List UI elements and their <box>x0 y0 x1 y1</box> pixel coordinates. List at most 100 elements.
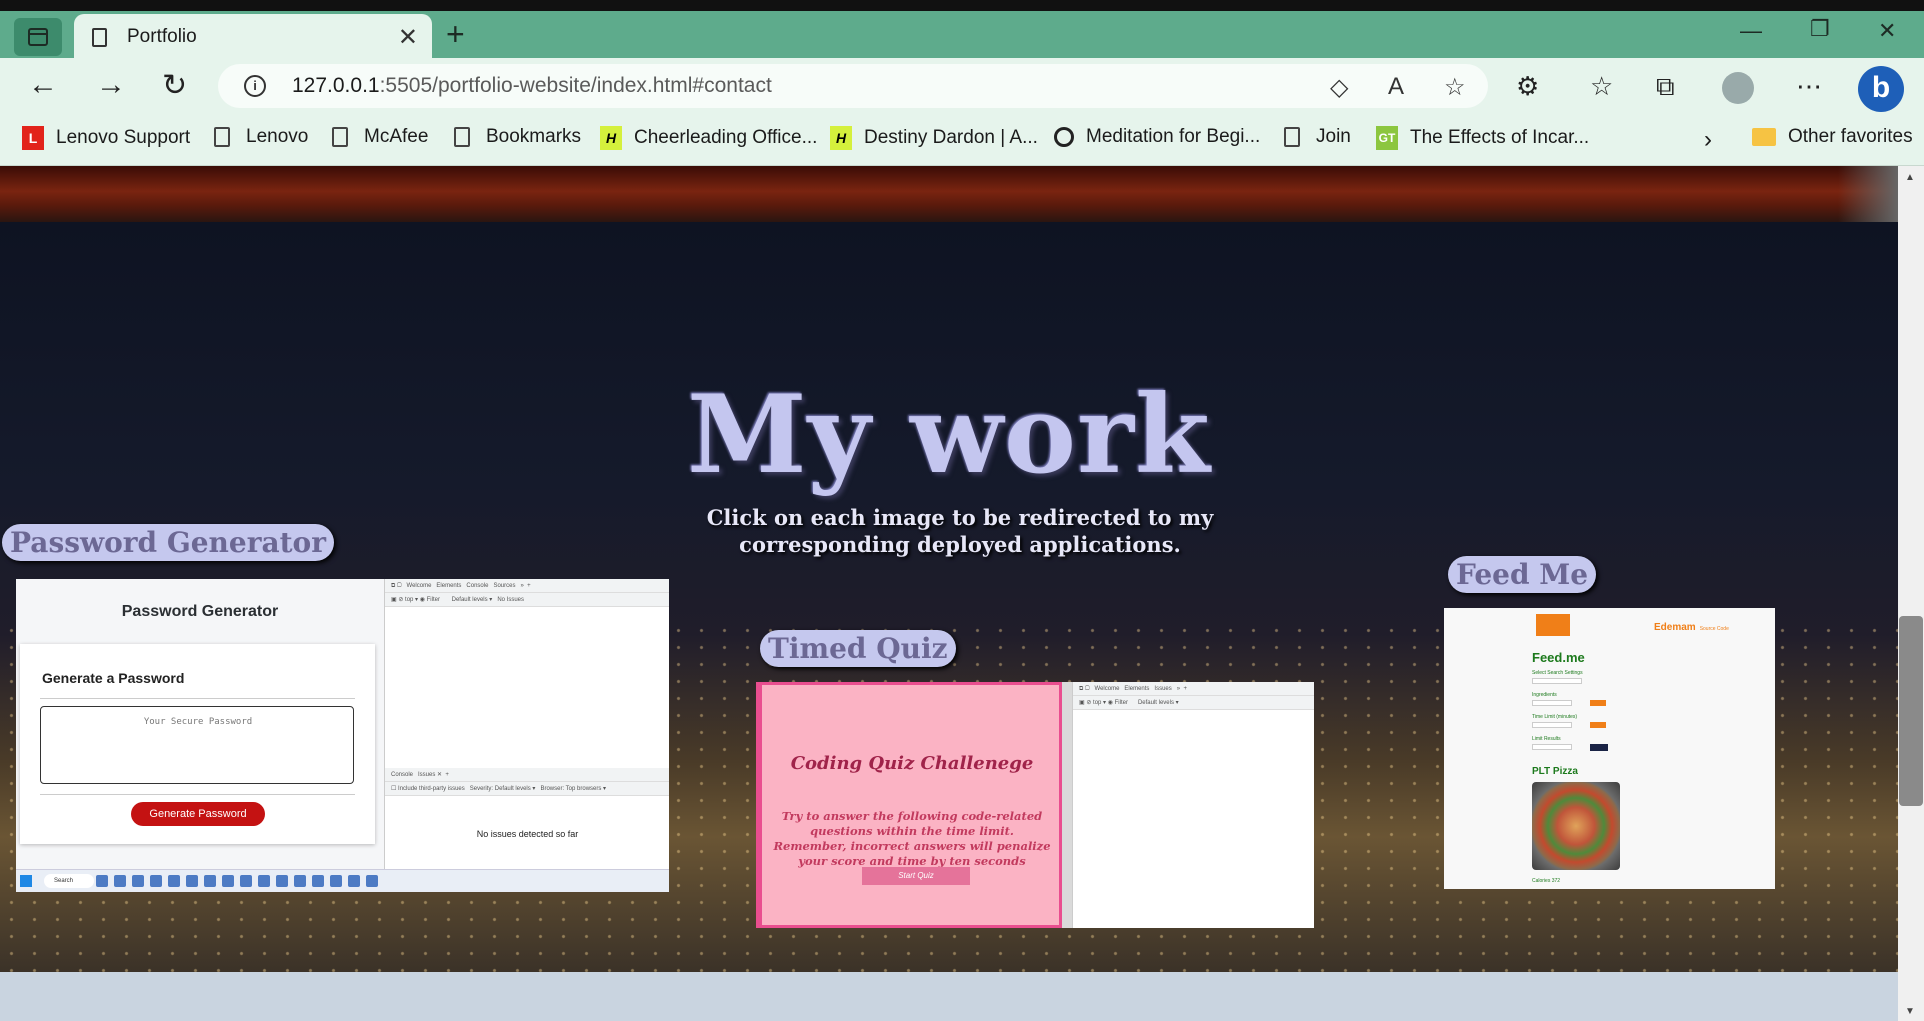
bookmark-destiny-dardon[interactable]: H Destiny Dardon | A... <box>830 126 1038 150</box>
timed-quiz-label: Timed Quiz <box>760 630 956 667</box>
lenovo-icon: L <box>22 126 44 150</box>
password-generator-label: Password Generator <box>2 524 334 561</box>
browser-toolbar: ← → ↻ i 127.0.0.1:5505/portfolio-website… <box>0 58 1924 114</box>
scroll-up-arrow-icon[interactable]: ▲ <box>1905 172 1915 183</box>
bookmark-cheerleading[interactable]: H Cheerleading Office... <box>600 126 817 150</box>
section-title: My work <box>687 372 1211 498</box>
url-text[interactable]: 127.0.0.1:5505/portfolio-website/index.h… <box>292 74 772 98</box>
close-tab-icon[interactable]: ✕ <box>398 23 418 52</box>
back-button[interactable]: ← <box>28 68 58 102</box>
bookmark-mcafee[interactable]: McAfee <box>332 126 428 148</box>
next-section-background <box>0 972 1898 1021</box>
feed-me-brand: Edemam Source Code <box>1654 622 1729 633</box>
bookmark-lenovo-support[interactable]: L Lenovo Support <box>22 126 190 150</box>
page-icon <box>332 127 348 147</box>
bookmark-join[interactable]: Join <box>1284 126 1351 148</box>
feed-me-calories: Calories 372 <box>1532 878 1561 884</box>
devtools-tabs: ⧉ ▢ Welcome Elements Issues » + <box>1073 682 1314 696</box>
taskbar-app-icons <box>96 875 378 887</box>
feed-me-recipe-title: PLT Pizza <box>1532 766 1578 777</box>
feed-me-limit-input <box>1532 744 1572 750</box>
divider <box>40 698 355 699</box>
bookmarks-overflow-chevron-icon[interactable]: › <box>1704 126 1712 154</box>
pw-generate-button: Generate Password <box>131 802 265 826</box>
hy-icon: H <box>600 126 622 150</box>
extensions-icon[interactable]: ⚙ <box>1516 71 1539 102</box>
bing-icon[interactable]: b <box>1858 66 1904 112</box>
page-scrollbar[interactable]: ▲ ▼ <box>1898 166 1924 1021</box>
tab-actions-icon <box>28 28 48 46</box>
feed-me-settings: Select Search Settings <box>1532 670 1583 676</box>
pw-no-issues-text: No issues detected so far <box>476 829 579 839</box>
devtools-issues-filter: ☐ Include third-party issues Severity: D… <box>385 782 669 796</box>
pw-taskbar: Search <box>16 869 669 892</box>
devtools-tabs: ⧉ ▢ Welcome Elements Console Sources » + <box>385 579 669 593</box>
feed-me-search-button <box>1590 744 1608 751</box>
read-aloud-icon[interactable]: A <box>1388 73 1404 101</box>
feed-me-screenshot[interactable]: Edemam Source Code Feed.me Select Search … <box>1444 608 1775 889</box>
devtools-issues-tabs: Console Issues ✕ + <box>385 768 669 782</box>
feed-me-label: Feed Me <box>1448 556 1597 593</box>
restore-button[interactable]: ❐ <box>1810 16 1830 42</box>
tab-portfolio[interactable]: Portfolio ✕ <box>74 14 432 60</box>
pw-card-heading: Generate a Password <box>42 670 185 686</box>
new-tab-button[interactable]: + <box>446 16 465 53</box>
hero-background <box>0 166 1898 222</box>
page-icon <box>92 27 107 47</box>
feed-me-time-button <box>1590 722 1606 728</box>
taskbar-search: Search <box>44 874 94 888</box>
page-icon <box>1284 127 1300 147</box>
collections-icon[interactable]: ⧉ <box>1656 71 1675 103</box>
devtools-filter: ▣ ⊘ top ▾ ◉ Filter Default levels ▾ No I… <box>385 593 669 607</box>
pw-app-pane: Password Generator Generate a Password Y… <box>16 579 384 869</box>
bookmark-effects-of-incar[interactable]: GT The Effects of Incar... <box>1376 126 1589 150</box>
password-generator-screenshot[interactable]: Password Generator Generate a Password Y… <box>16 579 669 892</box>
bookmark-bookmarks[interactable]: Bookmarks <box>454 126 581 148</box>
page-icon <box>214 127 230 147</box>
gt-icon: GT <box>1376 126 1398 150</box>
quiz-app-pane: Coding Quiz Challenege Try to answer the… <box>756 682 1062 928</box>
timed-quiz-screenshot[interactable]: Coding Quiz Challenege Try to answer the… <box>756 682 1314 928</box>
bookmark-meditation[interactable]: Meditation for Begi... <box>1054 126 1260 148</box>
page-icon <box>454 127 470 147</box>
feed-me-select <box>1532 678 1582 684</box>
pw-password-field: Your Secure Password <box>40 706 354 784</box>
my-work-section: My work Click on each image to be redire… <box>0 222 1898 972</box>
tag-icon[interactable]: ◇ <box>1330 73 1348 102</box>
pw-card: Generate a Password Your Secure Password… <box>20 644 375 844</box>
ring-icon <box>1054 127 1074 147</box>
feed-me-limit-label: Limit Results <box>1532 736 1561 742</box>
forward-button[interactable]: → <box>96 68 126 102</box>
bookmark-lenovo[interactable]: Lenovo <box>214 126 308 148</box>
other-favorites[interactable]: Other favorites <box>1752 126 1913 148</box>
feed-me-time-input <box>1532 722 1572 728</box>
divider <box>40 794 355 795</box>
scroll-down-arrow-icon[interactable]: ▼ <box>1905 1006 1915 1017</box>
add-favorite-icon[interactable]: ☆ <box>1444 73 1466 102</box>
feed-me-ingredients-input <box>1532 700 1572 706</box>
page-viewport: My work Click on each image to be redire… <box>0 166 1898 1021</box>
quiz-scrollbar <box>1062 682 1072 928</box>
minimize-button[interactable]: — <box>1740 18 1762 44</box>
quiz-title: Coding Quiz Challenege <box>790 753 1034 774</box>
bookmarks-bar: L Lenovo Support Lenovo McAfee Bookmarks … <box>0 114 1924 166</box>
folder-icon <box>1752 128 1776 146</box>
feed-me-ingredients-button <box>1590 700 1606 706</box>
site-info-icon[interactable]: i <box>244 75 266 97</box>
title-bar: Portfolio ✕ + — ❐ ✕ <box>0 0 1924 60</box>
quiz-devtools-pane: ⧉ ▢ Welcome Elements Issues » + ▣ ⊘ top … <box>1072 682 1314 928</box>
address-bar[interactable]: i 127.0.0.1:5505/portfolio-website/index… <box>218 64 1488 108</box>
pw-devtools-pane: ⧉ ▢ Welcome Elements Console Sources » +… <box>384 579 669 869</box>
close-window-button[interactable]: ✕ <box>1878 18 1896 44</box>
pizza-image <box>1532 782 1620 870</box>
feed-me-ingredients-label: Ingredients <box>1532 692 1557 698</box>
refresh-button[interactable]: ↻ <box>162 68 187 103</box>
feed-me-time-label: Time Limit (minutes) <box>1532 714 1578 720</box>
favorites-icon[interactable]: ☆ <box>1590 71 1613 102</box>
tab-actions-button[interactable] <box>14 18 62 56</box>
profile-avatar[interactable] <box>1722 72 1754 104</box>
more-menu-icon[interactable]: ⋯ <box>1796 71 1822 102</box>
scrollbar-thumb[interactable] <box>1899 616 1923 806</box>
windows-icon <box>20 875 32 887</box>
devtools-filter: ▣ ⊘ top ▾ ◉ Filter Default levels ▾ <box>1073 696 1314 710</box>
